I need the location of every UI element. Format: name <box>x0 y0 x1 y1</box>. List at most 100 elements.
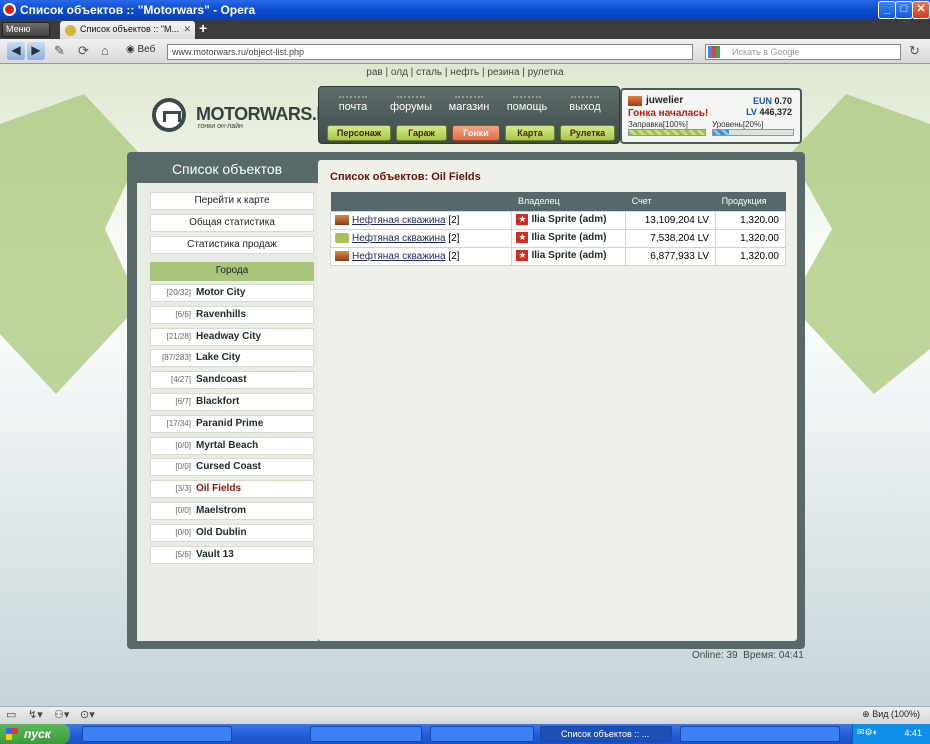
forward-icon[interactable]: ▶ <box>27 42 45 60</box>
nav-button-character[interactable]: Персонаж <box>327 125 391 141</box>
city-name: Lake City <box>196 352 241 364</box>
level-label: Уровень[20%] <box>712 120 764 129</box>
city-item[interactable]: [6/7] Blackfort <box>150 393 314 411</box>
city-item[interactable]: [20/32] Motor City <box>150 284 314 302</box>
speed-dial-icon[interactable]: ⊙▾ <box>80 708 95 721</box>
city-item[interactable]: [21/28] Headway City <box>150 327 314 346</box>
city-item[interactable]: [0/0] Old Dublin <box>150 523 314 542</box>
url-input[interactable]: www.motorwars.ru/object-list.php <box>167 44 693 60</box>
production-cell: 1,320.00 <box>715 210 786 230</box>
nav-link-logout[interactable]: выход <box>557 96 613 113</box>
nav-link-help[interactable]: помощь <box>499 96 555 113</box>
city-count: [3/3] <box>175 484 191 494</box>
back-icon[interactable]: ◀ <box>7 42 25 60</box>
city-count: [0/0] <box>175 440 191 450</box>
nav-button-roulette[interactable]: Рулетка <box>560 125 615 141</box>
home-icon[interactable]: ⌂ <box>101 43 109 58</box>
nav-button-map[interactable]: Карта <box>505 125 555 141</box>
unite-icon[interactable]: ⚇▾ <box>54 708 69 721</box>
city-name: Motor City <box>196 287 246 298</box>
city-item[interactable]: [5/6] Vault 13 <box>150 545 314 564</box>
table-row: Нефтяная скважина [2] ★ Ilia Sprite (adm) 1… <box>329 210 786 230</box>
city-count: [0/0] <box>175 462 191 472</box>
main-navigation: почта форумы магазин помощь выход Персон… <box>318 86 620 144</box>
objects-table: Владелец Счет Продукция Нефтяная скважин… <box>329 192 786 266</box>
object-link[interactable]: Нефтяная скважина <box>352 215 446 226</box>
city-name: Ravenhills <box>196 308 247 320</box>
maximize-button[interactable]: □ <box>895 1 913 19</box>
owner-name[interactable]: Ilia Sprite (adm) <box>531 233 606 244</box>
nav-button-garage[interactable]: Гараж <box>396 125 447 141</box>
start-button[interactable]: пуск <box>0 724 70 744</box>
taskbar-button[interactable] <box>680 726 840 742</box>
minimize-button[interactable]: _ <box>878 1 896 19</box>
username[interactable]: juwelier <box>646 95 683 106</box>
close-window-button[interactable]: ✕ <box>912 1 930 19</box>
new-tab-button[interactable]: + <box>199 20 207 36</box>
turbo-icon[interactable]: ↯▾ <box>28 708 43 721</box>
browser-tab[interactable]: Список объектов :: "M... ✕ <box>60 21 195 39</box>
city-name: Headway City <box>196 330 262 342</box>
city-item[interactable]: [0/0] Myrtal Beach <box>150 436 314 455</box>
column-header-object <box>330 192 512 211</box>
taskbar-button[interactable] <box>310 726 422 742</box>
clock: 4:41 <box>904 728 922 738</box>
city-item[interactable]: [17/34] Paranid Prime <box>150 414 314 433</box>
nav-button-races[interactable]: Гонки <box>452 125 500 141</box>
city-count: [21/28] <box>166 331 191 341</box>
city-item[interactable]: [0/0] Cursed Coast <box>150 458 314 477</box>
taskbar-button[interactable] <box>430 726 534 742</box>
object-link[interactable]: Нефтяная скважина <box>352 251 446 262</box>
close-tab-icon[interactable]: ✕ <box>183 21 191 38</box>
city-item[interactable]: [3/3] Oil Fields <box>150 480 314 499</box>
search-input[interactable]: Искать в Google <box>705 44 901 60</box>
panel-toggle-icon[interactable]: ▭ <box>6 708 16 721</box>
top-link-old[interactable]: олд <box>391 67 408 78</box>
objects-table-body: Нефтяная скважина [2] ★ Ilia Sprite (adm) 1… <box>329 210 786 266</box>
city-item[interactable]: [87/283] Lake City <box>150 349 314 368</box>
top-link-rubber[interactable]: резина <box>487 67 519 78</box>
balance-cell: 13,109,204 LV <box>625 210 717 230</box>
taskbar-button-active[interactable]: Список объектов :: ... <box>540 726 672 742</box>
top-link-oil[interactable]: нефть <box>450 67 479 78</box>
city-count: [6/7] <box>175 397 191 406</box>
edit-icon[interactable]: ✎ <box>54 43 65 59</box>
city-name: Vault 13 <box>196 548 234 560</box>
taskbar-button[interactable] <box>82 726 232 742</box>
go-to-map-button[interactable]: Перейти к карте <box>150 192 314 210</box>
table-row: Нефтяная скважина [2] ★ Ilia Sprite (adm) 7… <box>329 228 786 248</box>
city-count: [20/32] <box>166 288 191 297</box>
owner-name[interactable]: Ilia Sprite (adm) <box>531 251 606 262</box>
city-name: Old Dublin <box>196 526 247 538</box>
web-button[interactable]: ◉ Веб <box>126 44 155 55</box>
city-item[interactable]: [4/27] Sandcoast <box>150 371 314 390</box>
city-name: Paranid Prime <box>196 417 264 429</box>
owner-name[interactable]: Ilia Sprite (adm) <box>531 215 606 226</box>
city-count: [0/0] <box>175 506 191 515</box>
object-link[interactable]: Нефтяная скважина <box>352 233 446 244</box>
top-link-roulette[interactable]: рулетка <box>528 67 564 78</box>
level-bar <box>712 129 794 136</box>
zoom-label: Вид (100%) <box>872 709 920 719</box>
active-task-label: Список объектов :: ... <box>561 729 650 739</box>
window-title-bar: Список объектов :: "Motorwars" - Opera _… <box>0 0 930 20</box>
window-title: Список объектов :: "Motorwars" - Opera <box>20 3 256 17</box>
nav-link-forums[interactable]: форумы <box>383 96 439 113</box>
history-icon[interactable]: ↻ <box>909 43 920 59</box>
top-link-rav[interactable]: рав <box>366 67 382 78</box>
opera-menu-button[interactable]: Меню <box>2 22 50 37</box>
tray-icons[interactable]: ✉⚙◐ <box>857 727 878 738</box>
city-item[interactable]: [6/6] Ravenhills <box>150 305 314 324</box>
google-icon <box>708 46 720 58</box>
nav-link-mail[interactable]: почта <box>325 96 381 113</box>
system-tray: ✉⚙◐ 4:41 <box>852 724 930 744</box>
zoom-control[interactable]: ⊕ Вид (100%) <box>862 709 920 720</box>
object-cell: Нефтяная скважина [2] <box>329 246 513 266</box>
city-item[interactable]: [0/0] Maelstrom <box>150 502 314 520</box>
reload-icon[interactable]: ⟳ <box>78 43 89 59</box>
nav-link-shop[interactable]: магазин <box>441 96 497 113</box>
city-count: [6/6] <box>175 309 191 319</box>
sales-stats-button[interactable]: Статистика продаж <box>150 236 314 254</box>
top-link-steel[interactable]: сталь <box>416 67 442 78</box>
general-stats-button[interactable]: Общая статистика <box>150 214 314 232</box>
